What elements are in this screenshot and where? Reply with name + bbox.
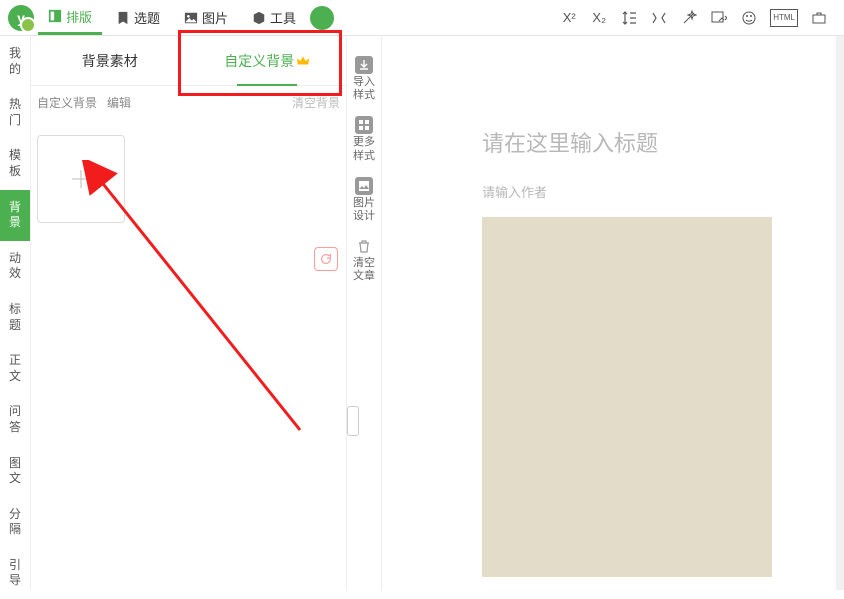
subscript-button[interactable]: X₂ [590, 9, 608, 27]
cat-background[interactable]: 背景 [0, 190, 30, 241]
tab-custom[interactable]: 自定义背景 [189, 36, 347, 85]
layout-icon [48, 9, 62, 23]
nav-layout[interactable]: 排版 [38, 1, 102, 35]
cat-divider[interactable]: 分隔 [0, 497, 30, 548]
editor-area: 请在这里输入标题 请输入作者 [382, 36, 844, 590]
main: 我的 热门 模板 背景 动效 标题 正文 问答 图文 分隔 引导 背景素材 自定… [0, 36, 844, 590]
background-panel: 背景素材 自定义背景 自定义背景 编辑 清空背景 [31, 36, 346, 590]
line-height-button[interactable] [620, 9, 638, 27]
cat-template[interactable]: 模板 [0, 138, 30, 189]
cat-qa[interactable]: 问答 [0, 394, 30, 445]
grid-icon [355, 116, 373, 134]
nav-image[interactable]: 图片 [174, 2, 238, 33]
html-button[interactable]: HTML [770, 9, 798, 27]
logo[interactable]: y [8, 5, 34, 31]
side-categories: 我的 热门 模板 背景 动效 标题 正文 问答 图文 分隔 引导 [0, 36, 31, 590]
tool-column: 导入 样式 更多 样式 图片 设计 清空 文章 [346, 36, 382, 590]
image-design-button[interactable]: 图片 设计 [347, 177, 381, 223]
import-icon [355, 56, 373, 74]
trash-icon [355, 237, 373, 255]
bookmark-icon [116, 11, 130, 25]
refresh-icon [319, 252, 333, 266]
cat-guide[interactable]: 引导 [0, 548, 30, 599]
panel-tabs: 背景素材 自定义背景 [31, 36, 346, 86]
avatar[interactable] [310, 6, 334, 30]
cube-icon [252, 11, 266, 25]
clear-article-button[interactable]: 清空 文章 [347, 237, 381, 283]
subbar: 自定义背景 编辑 清空背景 [31, 86, 346, 119]
refresh-button[interactable] [314, 247, 338, 271]
magic-button[interactable] [680, 9, 698, 27]
scrollbar[interactable] [836, 36, 844, 590]
insert-image-button[interactable] [710, 9, 728, 27]
panel-content [31, 119, 346, 239]
top-right-tools: X² X₂ HTML [560, 9, 836, 27]
import-style-button[interactable]: 导入 样式 [347, 56, 381, 102]
crown-icon [296, 54, 310, 68]
sub-custom[interactable]: 自定义背景 [37, 94, 97, 111]
cat-body[interactable]: 正文 [0, 343, 30, 394]
plus-icon [69, 167, 93, 191]
superscript-button[interactable]: X² [560, 9, 578, 27]
cat-hot[interactable]: 热门 [0, 87, 30, 138]
sub-clear[interactable]: 清空背景 [292, 94, 340, 111]
author-input[interactable]: 请输入作者 [482, 182, 804, 201]
spacing-button[interactable] [650, 9, 668, 27]
add-background-tile[interactable] [37, 135, 125, 223]
cat-title[interactable]: 标题 [0, 292, 30, 343]
image-icon [184, 11, 198, 25]
nav-topic[interactable]: 选题 [106, 2, 170, 33]
content-preview[interactable] [482, 217, 772, 577]
drag-handle[interactable] [347, 406, 359, 436]
more-styles-button[interactable]: 更多 样式 [347, 116, 381, 162]
nav-tools[interactable]: 工具 [242, 2, 306, 33]
emoji-button[interactable] [740, 9, 758, 27]
top-left: y 排版 选题 图片 工具 [8, 1, 334, 35]
sub-edit[interactable]: 编辑 [107, 94, 131, 111]
cat-mine[interactable]: 我的 [0, 36, 30, 87]
tab-material[interactable]: 背景素材 [31, 36, 189, 85]
cat-imgtext[interactable]: 图文 [0, 446, 30, 497]
briefcase-button[interactable] [810, 9, 828, 27]
title-input[interactable]: 请在这里输入标题 [482, 126, 804, 158]
cat-animation[interactable]: 动效 [0, 241, 30, 292]
picture-icon [355, 177, 373, 195]
top-bar: y 排版 选题 图片 工具 X² X₂ HTML [0, 0, 844, 36]
